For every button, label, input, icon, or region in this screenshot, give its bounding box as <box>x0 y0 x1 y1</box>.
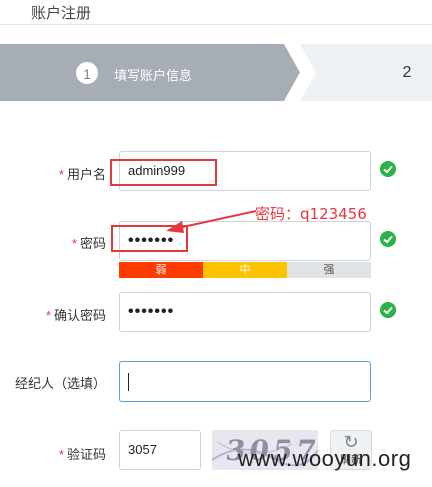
password-valid-check-icon <box>380 231 396 247</box>
text-cursor <box>128 372 129 391</box>
step2-number: 2 <box>402 64 412 81</box>
watermark: www.wooyun.org <box>238 446 412 471</box>
username-label-text: 用户名 <box>66 167 106 182</box>
password-annotation-box <box>111 225 188 252</box>
username-annotation-box <box>110 159 217 186</box>
required-mark: * <box>58 447 64 462</box>
agent-label: 经纪人（选填） <box>14 376 106 391</box>
captcha-input[interactable]: 3057 <box>119 430 201 470</box>
password-label: * 密码 <box>40 233 106 252</box>
password-label-text: 密码 <box>79 236 106 251</box>
title-divider <box>0 24 432 25</box>
required-mark: * <box>45 308 51 323</box>
step-arrows <box>0 44 316 101</box>
strength-weak: 弱 <box>119 262 203 278</box>
confirm-password-valid-check-icon <box>380 302 396 318</box>
agent-input[interactable] <box>119 361 371 402</box>
captcha-label-text: 验证码 <box>66 447 106 462</box>
confirm-password-input[interactable]: ••••••• <box>119 292 371 332</box>
required-mark: * <box>71 236 77 251</box>
confirm-password-label-text: 确认密码 <box>53 308 106 323</box>
username-valid-check-icon <box>380 161 396 177</box>
page-title: 账户注册 <box>31 5 92 22</box>
required-mark: * <box>58 167 64 182</box>
strength-strong: 强 <box>287 262 371 278</box>
confirm-password-label: * 确认密码 <box>30 305 106 324</box>
step-progress-bar: 1 填写账户信息 2 <box>0 44 432 101</box>
step1-number: 1 <box>76 62 98 84</box>
step1-label: 填写账户信息 <box>114 68 193 83</box>
annotation-password-note: 密码：q123456 <box>255 205 367 223</box>
password-strength-meter: 弱 中 强 <box>119 262 371 278</box>
strength-medium: 中 <box>203 262 287 278</box>
captcha-label: * 验证码 <box>40 444 106 463</box>
username-label: * 用户名 <box>40 164 106 183</box>
